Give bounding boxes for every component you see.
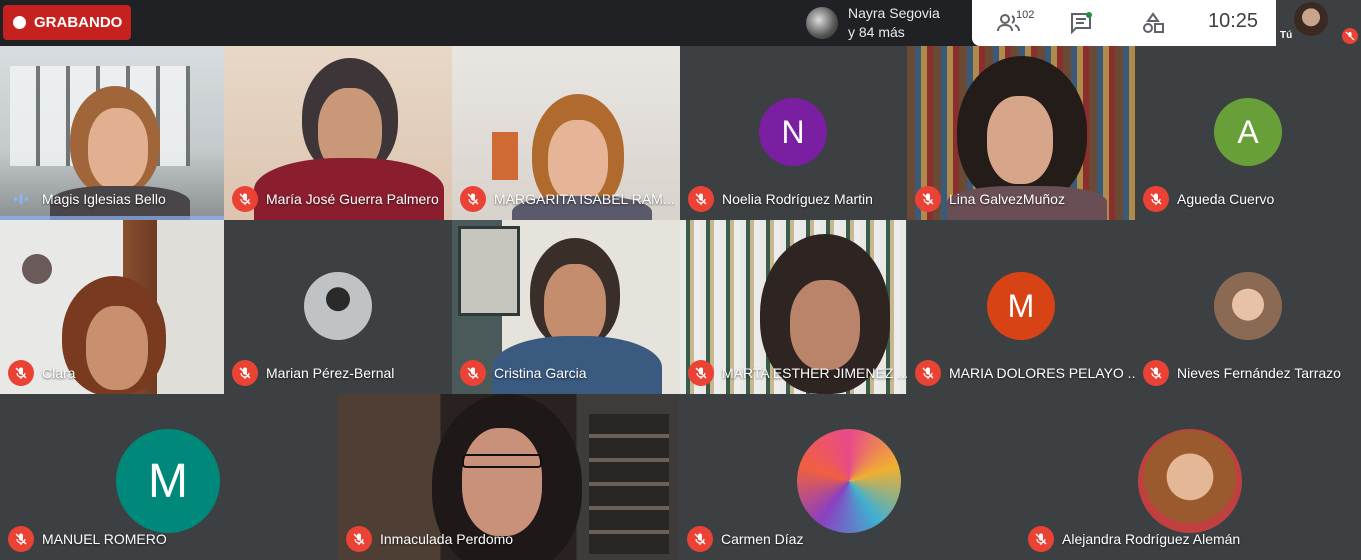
participant-tile[interactable]: N Noelia Rodríguez Martin bbox=[680, 46, 907, 220]
self-label: Tú bbox=[1280, 30, 1293, 41]
participants-count: 102 bbox=[1016, 9, 1035, 21]
mic-off-icon bbox=[915, 186, 941, 212]
participant-name: Clara bbox=[42, 365, 76, 381]
mic-off-icon bbox=[1143, 360, 1169, 386]
self-avatar bbox=[1294, 2, 1328, 36]
participant-name: Cristina Garcia bbox=[494, 365, 587, 381]
participant-name: MANUEL ROMERO bbox=[42, 531, 167, 547]
presenter-name: Nayra Segovia bbox=[848, 5, 940, 21]
presenter-avatar bbox=[806, 7, 838, 39]
participant-name: MARTA ESTHER JIMENEZ ... bbox=[722, 365, 907, 381]
participant-name: Noelia Rodríguez Martin bbox=[722, 191, 873, 207]
participant-tile[interactable]: Inmaculada Perdomo bbox=[338, 394, 679, 560]
mic-off-icon bbox=[460, 360, 486, 386]
participant-tile[interactable]: María José Guerra Palmero bbox=[224, 46, 452, 220]
mic-off-icon bbox=[688, 360, 714, 386]
mic-off-icon bbox=[8, 360, 34, 386]
chat-button[interactable] bbox=[1066, 8, 1096, 38]
participant-tile[interactable]: M MARIA DOLORES PELAYO ... bbox=[907, 220, 1135, 394]
participant-name: Marian Pérez-Bernal bbox=[266, 365, 395, 381]
participant-name: Nieves Fernández Tarrazo bbox=[1177, 365, 1341, 381]
participant-tile[interactable]: Magis Iglesias Bello bbox=[0, 46, 224, 220]
mic-off-icon bbox=[687, 526, 713, 552]
participant-tile[interactable]: Nieves Fernández Tarrazo bbox=[1135, 220, 1361, 394]
participant-tile[interactable]: Cristina Garcia bbox=[452, 220, 680, 394]
participant-name: Magis Iglesias Bello bbox=[42, 191, 166, 207]
shapes-icon bbox=[1143, 12, 1164, 33]
mic-off-icon bbox=[1342, 28, 1358, 44]
avatar bbox=[1214, 272, 1282, 340]
avatar bbox=[797, 429, 901, 533]
participant-tile[interactable]: Marian Pérez-Bernal bbox=[224, 220, 452, 394]
participant-tile[interactable]: A Agueda Cuervo bbox=[1135, 46, 1361, 220]
mic-off-icon bbox=[1143, 186, 1169, 212]
mic-off-icon bbox=[688, 186, 714, 212]
mic-off-icon bbox=[8, 526, 34, 552]
participant-name: MARIA DOLORES PELAYO ... bbox=[949, 365, 1135, 381]
mic-off-icon bbox=[346, 526, 372, 552]
avatar: N bbox=[759, 98, 827, 166]
participant-tile[interactable]: Alejandra Rodríguez Alemán bbox=[1020, 394, 1361, 560]
recording-badge[interactable]: GRABANDO bbox=[3, 5, 131, 40]
meeting-toolbar: 102 10:25 bbox=[972, 0, 1276, 46]
mic-off-icon bbox=[915, 360, 941, 386]
participant-name: Alejandra Rodríguez Alemán bbox=[1062, 531, 1241, 547]
mic-off-icon bbox=[232, 360, 258, 386]
chat-icon bbox=[1071, 12, 1092, 34]
activities-button[interactable] bbox=[1138, 8, 1168, 38]
participant-tile[interactable]: MARTA ESTHER JIMENEZ ... bbox=[680, 220, 907, 394]
participant-name: María José Guerra Palmero bbox=[266, 191, 439, 207]
speaking-indicator-icon bbox=[8, 186, 34, 212]
avatar: A bbox=[1214, 98, 1282, 166]
presenter-others: y 84 más bbox=[848, 24, 905, 40]
participant-tile[interactable]: M MANUEL ROMERO bbox=[0, 394, 338, 560]
participant-tile[interactable]: Lina GalvezMuñoz bbox=[907, 46, 1135, 220]
mic-off-icon bbox=[460, 186, 486, 212]
participant-name: Agueda Cuervo bbox=[1177, 191, 1275, 207]
participant-tile[interactable]: MARGARITA ISABEL RAM... bbox=[452, 46, 680, 220]
avatar bbox=[1138, 429, 1242, 533]
participant-name: Lina GalvezMuñoz bbox=[949, 191, 1065, 207]
mic-off-icon bbox=[1028, 526, 1054, 552]
participant-tile[interactable]: Clara bbox=[0, 220, 224, 394]
recording-label: GRABANDO bbox=[34, 14, 123, 31]
participant-tile[interactable]: Carmen Díaz bbox=[679, 394, 1020, 560]
clock: 10:25 bbox=[1208, 10, 1259, 32]
avatar: M bbox=[987, 272, 1055, 340]
avatar: M bbox=[116, 429, 220, 533]
self-view[interactable]: Tú bbox=[1276, 0, 1361, 46]
participant-name: MARGARITA ISABEL RAM... bbox=[494, 191, 675, 207]
presenter-info[interactable]: Nayra Segovia y 84 más bbox=[800, 0, 972, 46]
avatar bbox=[304, 272, 372, 340]
top-bar: GRABANDO Nayra Segovia y 84 más 102 10:2… bbox=[0, 0, 1361, 46]
record-dot-icon bbox=[13, 16, 26, 29]
participant-name: Inmaculada Perdomo bbox=[380, 531, 514, 547]
participant-name: Carmen Díaz bbox=[721, 531, 804, 547]
mic-off-icon bbox=[232, 186, 258, 212]
